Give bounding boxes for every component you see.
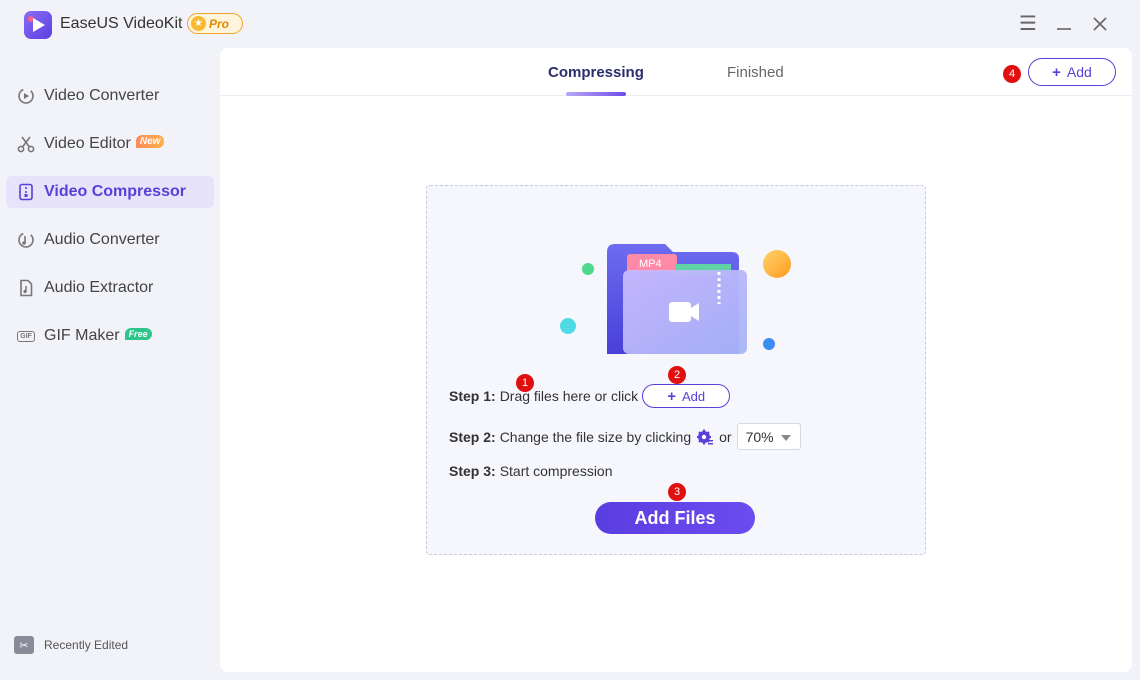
sidebar-item-label: Audio Extractor: [44, 279, 154, 296]
recently-edited-label: Recently Edited: [44, 638, 129, 652]
compression-ratio-value: 70%: [745, 428, 774, 445]
new-tag: New: [135, 134, 165, 148]
close-icon[interactable]: [1088, 12, 1112, 36]
compress-icon: [16, 182, 36, 202]
hamburger-icon[interactable]: ☰: [1016, 12, 1040, 36]
sidebar-item-video-converter[interactable]: Video Converter: [6, 80, 214, 112]
add-button-top[interactable]: + Add: [1028, 58, 1116, 86]
sidebar-item-video-compressor[interactable]: Video Compressor: [6, 176, 214, 208]
app-title: EaseUS VideoKit: [60, 15, 183, 32]
main-panel: Compressing Finished 4 + Add MP4 1 2 Ste…: [220, 48, 1132, 672]
title-bar: EaseUS VideoKit ★ Pro ☰: [0, 0, 1140, 48]
audio-convert-icon: [16, 230, 36, 250]
drop-zone[interactable]: MP4 1 2 Step 1: Drag files here or click…: [426, 185, 926, 555]
tab-compressing[interactable]: Compressing: [548, 64, 644, 81]
step-1-text: Drag files here or click: [499, 388, 639, 404]
sidebar-item-label: Video Editor: [44, 135, 131, 152]
tab-finished[interactable]: Finished: [727, 64, 784, 81]
sidebar-item-label: GIF Maker: [44, 327, 120, 344]
step-2-prefix: Step 2:: [449, 428, 496, 445]
marker-2: 2: [668, 366, 686, 384]
step-2-or: or: [719, 428, 732, 445]
app-logo-icon: [24, 11, 52, 39]
step-3-prefix: Step 3:: [449, 463, 496, 479]
sidebar-item-label: Video Compressor: [44, 183, 186, 200]
sidebar-item-gif-maker[interactable]: GIF GIF Maker Free: [6, 320, 214, 352]
add-button-label: Add: [682, 388, 706, 404]
plus-icon: +: [1052, 63, 1061, 81]
audio-file-icon: [16, 278, 36, 298]
sidebar-item-video-editor[interactable]: Video Editor New: [6, 128, 214, 160]
step-2-text: Change the file size by clicking: [499, 428, 692, 445]
video-convert-icon: [16, 86, 36, 106]
mp4-label: MP4: [639, 258, 662, 270]
plus-icon: +: [667, 387, 676, 405]
add-files-button[interactable]: Add Files: [595, 502, 755, 534]
step-1-prefix: Step 1:: [449, 388, 496, 404]
marker-4: 4: [1003, 65, 1021, 83]
settings-gear-icon[interactable]: [696, 428, 714, 446]
step-2: Step 2: Change the file size by clicking…: [449, 423, 801, 450]
sidebar-item-label: Audio Converter: [44, 231, 160, 248]
compression-ratio-select[interactable]: 70%: [736, 423, 801, 450]
sidebar-item-label: Video Converter: [44, 87, 160, 104]
step-3: Step 3: Start compression: [449, 463, 613, 479]
tab-bar: Compressing Finished 4 + Add: [220, 48, 1132, 96]
step-3-text: Start compression: [499, 463, 613, 479]
step-1: Step 1: Drag files here or click + Add: [449, 384, 731, 408]
recently-edited[interactable]: ✂ Recently Edited: [14, 636, 128, 654]
marker-3: 3: [668, 483, 686, 501]
sidebar-item-audio-extractor[interactable]: Audio Extractor: [6, 272, 214, 304]
pro-badge-label: Pro: [209, 16, 230, 31]
recent-edit-icon: ✂: [14, 636, 34, 654]
gif-icon: GIF: [16, 326, 36, 346]
star-icon: ★: [191, 16, 206, 31]
minimize-icon[interactable]: [1052, 12, 1076, 36]
sidebar: Video Converter Video Editor New Video C…: [0, 48, 220, 680]
folder-illustration: MP4: [560, 244, 791, 354]
scissors-icon: [16, 134, 36, 154]
pro-badge[interactable]: ★ Pro: [187, 13, 243, 34]
chevron-down-icon: [780, 435, 791, 441]
add-button-label: Add: [1066, 64, 1092, 80]
free-tag: Free: [124, 328, 152, 340]
add-button-step[interactable]: + Add: [642, 384, 731, 408]
sidebar-item-audio-converter[interactable]: Audio Converter: [6, 224, 214, 256]
active-tab-indicator: [566, 92, 626, 96]
